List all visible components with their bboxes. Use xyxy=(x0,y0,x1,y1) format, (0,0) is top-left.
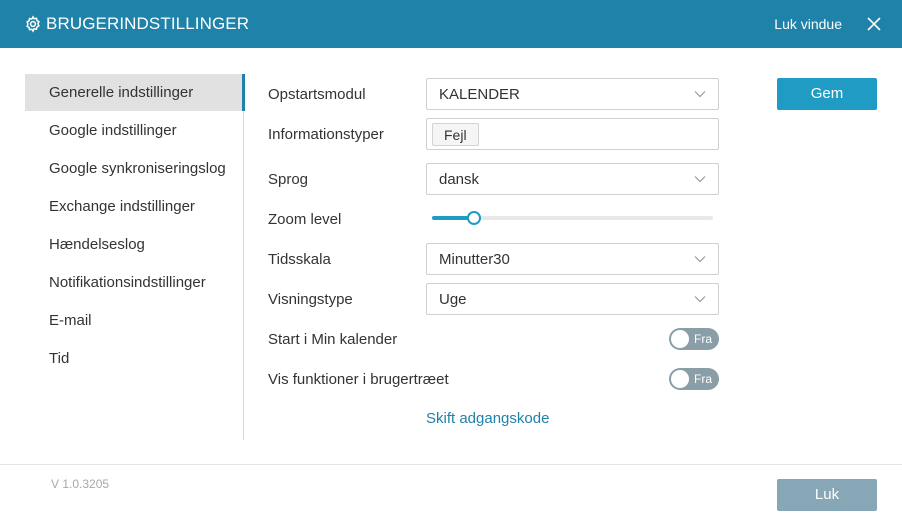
sidebar-item-exchange[interactable]: Exchange indstillinger xyxy=(25,188,243,225)
chevron-down-icon xyxy=(694,176,706,183)
chevron-down-icon xyxy=(694,91,706,98)
show-functions-toggle[interactable]: Fra xyxy=(669,368,719,390)
toggle-state-label: Fra xyxy=(694,372,712,386)
sidebar-item-google[interactable]: Google indstillinger xyxy=(25,112,243,149)
toggle-knob xyxy=(671,330,689,348)
startup-module-label: Opstartsmodul xyxy=(268,86,366,103)
show-functions-label: Vis funktioner i brugertræet xyxy=(268,371,449,388)
sidebar-item-event-log[interactable]: Hændelseslog xyxy=(25,226,243,263)
close-window-link[interactable]: Luk vindue xyxy=(774,16,842,32)
window-title: BRUGERINDSTILLINGER xyxy=(46,14,250,33)
sidebar-item-label: Tid xyxy=(49,350,70,367)
zoom-level-label: Zoom level xyxy=(268,211,342,228)
info-type-tag[interactable]: Fejl xyxy=(432,123,479,146)
view-type-select[interactable]: Uge xyxy=(426,283,719,315)
info-types-input[interactable]: Fejl xyxy=(426,118,719,150)
change-password-link[interactable]: Skift adgangskode xyxy=(426,410,549,427)
startup-module-select[interactable]: KALENDER xyxy=(426,78,719,110)
timescale-select[interactable]: Minutter30 xyxy=(426,243,719,275)
chevron-down-icon xyxy=(694,256,706,263)
timescale-value: Minutter30 xyxy=(439,251,510,268)
chevron-down-icon xyxy=(694,296,706,303)
start-my-calendar-label: Start i Min kalender xyxy=(268,331,398,348)
zoom-slider-handle[interactable] xyxy=(467,211,481,225)
sidebar-item-notifications[interactable]: Notifikationsindstillinger xyxy=(25,264,243,301)
close-icon[interactable] xyxy=(866,16,882,32)
sidebar-item-time[interactable]: Tid xyxy=(25,340,243,377)
footer-divider xyxy=(0,464,902,465)
language-select[interactable]: dansk xyxy=(426,163,719,195)
sidebar-item-general[interactable]: Generelle indstillinger xyxy=(25,74,245,111)
settings-sidebar: Generelle indstillinger Google indstilli… xyxy=(25,74,245,440)
language-label: Sprog xyxy=(268,171,309,188)
close-button[interactable]: Luk xyxy=(777,479,877,511)
language-value: dansk xyxy=(439,171,480,188)
sidebar-item-label: Exchange indstillinger xyxy=(49,198,195,215)
sidebar-item-label: Google synkroniseringslog xyxy=(49,160,226,177)
view-type-label: Visningstype xyxy=(268,291,353,308)
timescale-label: Tidsskala xyxy=(268,251,331,268)
info-types-label: Informationstyper xyxy=(268,126,384,143)
save-button[interactable]: Gem xyxy=(777,78,877,110)
toggle-state-label: Fra xyxy=(694,332,712,346)
sidebar-item-google-sync-log[interactable]: Google synkroniseringslog xyxy=(25,150,243,187)
zoom-slider[interactable] xyxy=(432,211,713,225)
version-label: V 1.0.3205 xyxy=(51,477,110,491)
sidebar-item-label: Google indstillinger xyxy=(49,122,177,139)
gear-icon xyxy=(26,15,40,33)
startup-module-value: KALENDER xyxy=(439,86,520,103)
view-type-value: Uge xyxy=(439,291,467,308)
sidebar-item-label: Generelle indstillinger xyxy=(49,84,194,101)
sidebar-item-label: Notifikationsindstillinger xyxy=(49,274,206,291)
sidebar-item-label: E-mail xyxy=(49,312,92,329)
sidebar-item-email[interactable]: E-mail xyxy=(25,302,243,339)
toggle-knob xyxy=(671,370,689,388)
start-my-calendar-toggle[interactable]: Fra xyxy=(669,328,719,350)
title-bar: BRUGERINDSTILLINGER Luk vindue xyxy=(0,0,902,48)
sidebar-item-label: Hændelseslog xyxy=(49,236,145,253)
